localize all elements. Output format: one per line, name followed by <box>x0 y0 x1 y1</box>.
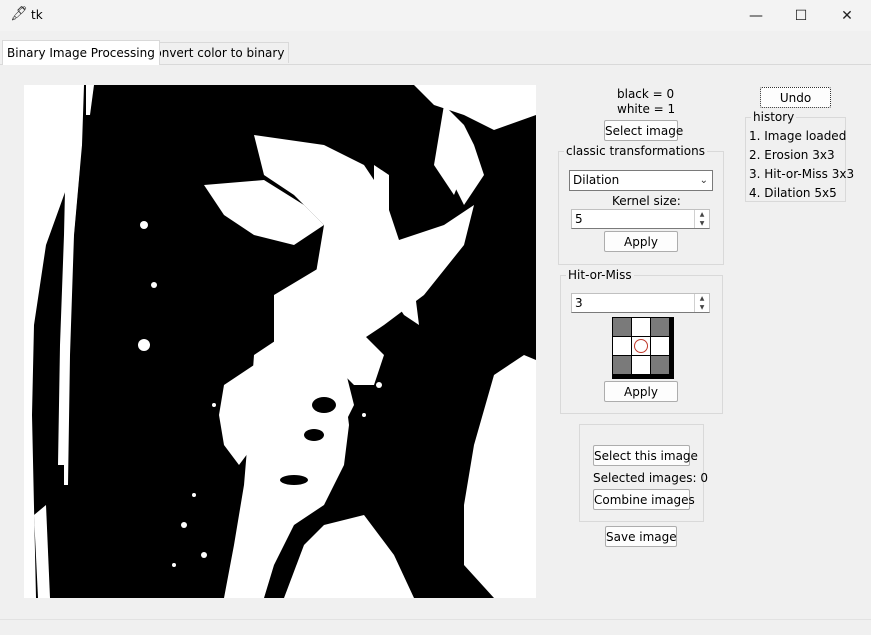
minimize-icon: — <box>749 7 763 24</box>
hit-or-miss-title: Hit-or-Miss <box>566 268 634 282</box>
tab-binary-image-processing[interactable]: Binary Image Processing <box>2 40 160 65</box>
minimize-button[interactable]: — <box>733 0 779 31</box>
grid-cell[interactable] <box>613 318 631 336</box>
grid-cell[interactable] <box>613 356 631 374</box>
kernel-size-spinbox[interactable]: 5 ▲ ▼ <box>571 209 710 229</box>
status-strip <box>0 619 871 635</box>
title-bar: 🖋 tk ☐ — ✕ <box>0 0 871 31</box>
classic-transformations-title: classic transformations <box>564 144 707 158</box>
hitmiss-size-value: 3 <box>575 296 583 310</box>
kernel-size-value: 5 <box>575 212 583 226</box>
spin-up-icon[interactable]: ▲ <box>694 210 709 219</box>
binary-image <box>24 85 536 598</box>
notebook-tabs: Binary Image Processing Convert color to… <box>0 40 871 65</box>
operation-value: Dilation <box>573 173 620 187</box>
spin-up-icon[interactable]: ▲ <box>694 294 709 303</box>
chevron-down-icon: ⌄ <box>699 175 708 186</box>
hitmiss-structuring-grid <box>612 317 674 379</box>
grid-cell[interactable] <box>651 356 669 374</box>
select-this-image-button[interactable]: Select this image <box>593 445 698 466</box>
close-icon: ✕ <box>841 7 853 24</box>
classic-apply-button[interactable]: Apply <box>604 231 678 252</box>
history-title: history <box>751 110 797 124</box>
window-title: tk <box>31 8 43 22</box>
operation-select[interactable]: Dilation ⌄ <box>569 170 713 191</box>
tab-convert-color-to-binary[interactable]: Convert color to binary <box>141 42 290 63</box>
history-item[interactable]: 2. Erosion 3x3 <box>749 148 835 162</box>
spin-down-icon[interactable]: ▼ <box>694 219 709 228</box>
grid-cell[interactable] <box>613 337 631 355</box>
undo-button[interactable]: Undo <box>760 87 831 108</box>
grid-cell-center[interactable] <box>632 337 650 355</box>
grid-cell[interactable] <box>632 356 650 374</box>
spin-down-icon[interactable]: ▼ <box>694 303 709 312</box>
legend-black: black = 0 <box>617 87 675 101</box>
save-image-button[interactable]: Save image <box>605 526 677 547</box>
kernel-size-label: Kernel size: <box>612 194 681 208</box>
selected-images-count: Selected images: 0 <box>593 471 708 485</box>
close-button[interactable]: ✕ <box>824 0 870 31</box>
select-image-button[interactable]: Select image <box>604 120 683 141</box>
history-item[interactable]: 4. Dilation 5x5 <box>749 186 837 200</box>
binary-image-canvas[interactable] <box>24 85 536 598</box>
hitmiss-apply-button[interactable]: Apply <box>604 381 678 402</box>
grid-cell[interactable] <box>651 318 669 336</box>
history-item[interactable]: 1. Image loaded <box>749 129 846 143</box>
legend-white: white = 1 <box>617 102 676 116</box>
combine-images-button[interactable]: Combine images <box>593 489 695 510</box>
feather-icon: 🖋 <box>10 6 28 22</box>
maximize-icon: ☐ <box>794 7 808 24</box>
grid-cell[interactable] <box>632 318 650 336</box>
maximize-button[interactable]: ☐ <box>778 0 824 31</box>
grid-cell[interactable] <box>651 337 669 355</box>
hitmiss-size-spinbox[interactable]: 3 ▲ ▼ <box>571 293 710 313</box>
history-item[interactable]: 3. Hit-or-Miss 3x3 <box>749 167 854 181</box>
